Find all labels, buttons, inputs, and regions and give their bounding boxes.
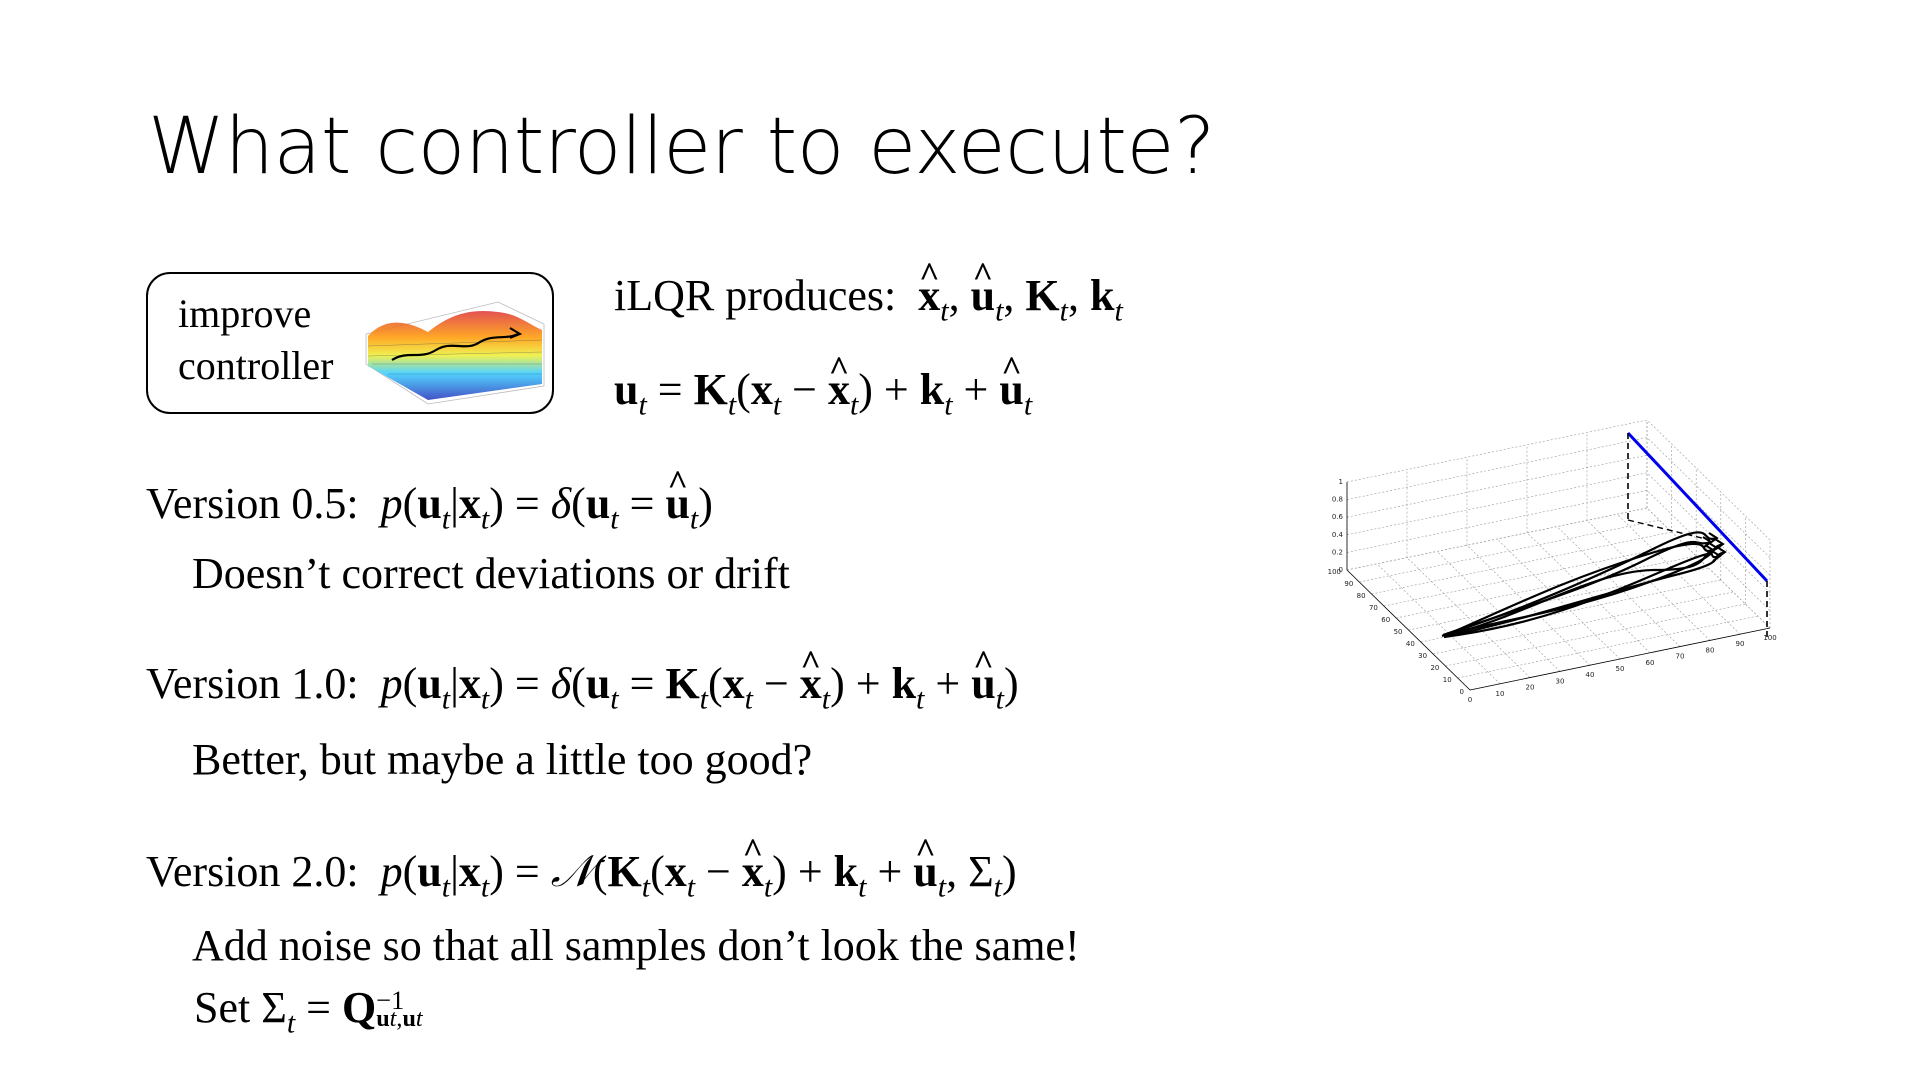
y-tick-label: 0 [1460, 688, 1464, 696]
controller-equation: ut = Kt(xt − xt) + kt + ut [614, 364, 1032, 422]
z-tick-label: 0.8 [1332, 496, 1343, 504]
y-tick-label: 40 [1406, 640, 1415, 648]
z-tick-label: 1 [1339, 478, 1343, 486]
z-tick-label: 0.4 [1332, 531, 1344, 539]
y-tick-label: 10 [1443, 676, 1452, 684]
z-tick-label: 0.2 [1332, 548, 1343, 556]
set-sigma-prefix: Set [194, 983, 251, 1032]
slide-title: What controller to execute? [148, 102, 1215, 192]
plot-trajectories [1441, 431, 1769, 639]
y-tick-label: 60 [1381, 616, 1390, 624]
plot-tick-labels: 10.80.60.40.2010090807060504030201000102… [1328, 478, 1777, 704]
version-2-0-note: Add noise so that all samples don’t look… [192, 921, 1080, 970]
y-tick-label: 90 [1344, 580, 1353, 588]
surface-plot-thumbnail [365, 301, 545, 405]
improve-controller-box: improve controller [146, 272, 554, 414]
x-tick-label: 50 [1616, 665, 1625, 673]
version-0-5-label: Version 0.5: [146, 479, 359, 528]
y-tick-label: 70 [1369, 604, 1378, 612]
x-tick-label: 30 [1556, 677, 1565, 685]
x-tick-label: 40 [1586, 671, 1595, 679]
version-1-0-label: Version 1.0: [146, 659, 359, 708]
dashed-marker [1627, 519, 1711, 541]
box-line-1: improve [178, 291, 312, 336]
x-tick-label: 10 [1496, 690, 1505, 698]
version-1-0-note: Better, but maybe a little too good? [192, 735, 813, 784]
set-sigma-equation: Set Σt = Q −1 ut,ut [194, 983, 423, 1040]
y-tick-label: 80 [1357, 592, 1366, 600]
version-1-0-equation: Version 1.0: p(ut|xt) = δ(ut = Kt(xt − x… [146, 658, 1019, 716]
y-tick-label: 100 [1328, 568, 1341, 576]
version-2-0-label: Version 2.0: [146, 847, 359, 896]
y-tick-label: 30 [1418, 652, 1427, 660]
x-tick-label: 80 [1706, 646, 1715, 654]
z-tick-label: 0.6 [1332, 513, 1344, 521]
y-tick-label: 20 [1430, 664, 1439, 672]
x-tick-label: 70 [1676, 653, 1685, 661]
improve-controller-label: improve controller [178, 288, 334, 392]
box-line-2: controller [178, 343, 334, 388]
y-tick-label: 50 [1394, 628, 1403, 636]
ilqr-produces-line: iLQR produces: xt, ut, Kt, kt [614, 270, 1123, 328]
x-tick-label: 90 [1736, 640, 1745, 648]
version-0-5-equation: Version 0.5: p(ut|xt) = δ(ut = ut) [146, 478, 713, 536]
x-tick-label: 0 [1468, 696, 1472, 704]
x-tick-label: 20 [1526, 684, 1535, 692]
x-tick-label: 100 [1763, 634, 1776, 642]
x-tick-label: 60 [1646, 659, 1655, 667]
trajectory-3d-plot: 10.80.60.40.2010090807060504030201000102… [1328, 420, 1777, 704]
ilqr-prefix: iLQR produces: [614, 271, 897, 320]
trajectory-line [1444, 546, 1718, 638]
version-0-5-note: Doesn’t correct deviations or drift [192, 549, 790, 598]
version-2-0-equation: Version 2.0: p(ut|xt) = 𝒩(Kt(xt − xt) + … [146, 846, 1017, 904]
